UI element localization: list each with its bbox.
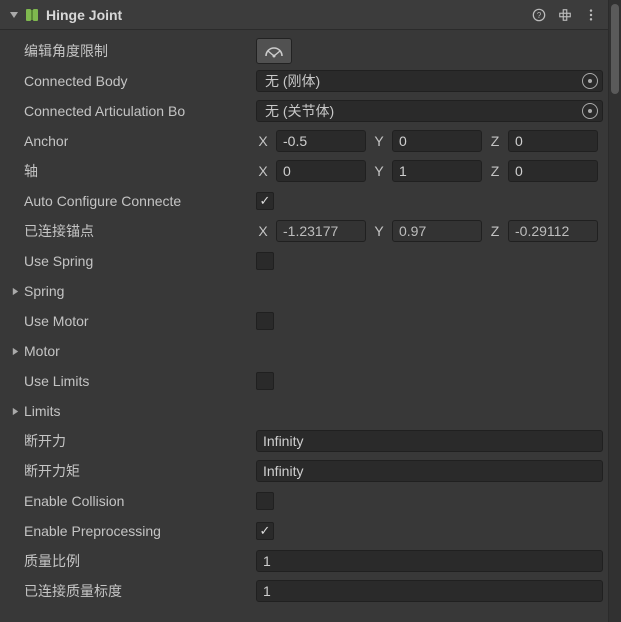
connected-anchor-z-input[interactable] (508, 220, 598, 242)
x-label: X (256, 133, 270, 149)
break-force-input[interactable] (256, 430, 603, 452)
anchor-z-input[interactable] (508, 130, 598, 152)
use-spring-label: Use Spring (24, 253, 93, 269)
connected-articulation-label: Connected Articulation Bo (24, 103, 185, 119)
connected-articulation-value: 无 (关节体) (265, 101, 334, 121)
edit-angle-label: 编辑角度限制 (24, 41, 108, 61)
auto-configure-checkbox[interactable]: ✓ (256, 192, 274, 210)
enable-preprocessing-checkbox[interactable]: ✓ (256, 522, 274, 540)
connected-anchor-label: 已连接锚点 (24, 221, 94, 241)
z-label: Z (488, 163, 502, 179)
break-force-label: 断开力 (24, 431, 66, 451)
axis-x-input[interactable] (276, 160, 366, 182)
y-label: Y (372, 223, 386, 239)
use-motor-checkbox[interactable] (256, 312, 274, 330)
use-limits-checkbox[interactable] (256, 372, 274, 390)
component-title: Hinge Joint (46, 7, 122, 23)
mass-scale-input[interactable] (256, 550, 603, 572)
x-label: X (256, 163, 270, 179)
enable-collision-label: Enable Collision (24, 493, 124, 509)
y-label: Y (372, 163, 386, 179)
axis-label-field: 轴 (24, 161, 38, 181)
help-icon[interactable]: ? (529, 5, 549, 25)
foldout-icon[interactable] (8, 9, 20, 21)
hinge-joint-icon (24, 7, 40, 23)
edit-angle-button[interactable] (256, 38, 292, 64)
motor-foldout-icon[interactable] (6, 347, 24, 356)
connected-mass-scale-label: 已连接质量标度 (24, 581, 122, 601)
limits-foldout-icon[interactable] (6, 407, 24, 416)
object-picker-icon[interactable] (582, 103, 598, 119)
connected-body-value: 无 (刚体) (265, 71, 320, 91)
limits-header[interactable]: Limits (24, 403, 61, 419)
enable-collision-checkbox[interactable] (256, 492, 274, 510)
auto-configure-label: Auto Configure Connecte (24, 193, 181, 209)
connected-mass-scale-input[interactable] (256, 580, 603, 602)
x-label: X (256, 223, 270, 239)
spring-header[interactable]: Spring (24, 283, 64, 299)
vertical-scrollbar[interactable] (609, 0, 621, 622)
connected-anchor-x-input[interactable] (276, 220, 366, 242)
motor-header[interactable]: Motor (24, 343, 60, 359)
scrollbar-thumb[interactable] (611, 4, 619, 94)
connected-body-label: Connected Body (24, 73, 128, 89)
axis-y-input[interactable] (392, 160, 482, 182)
preset-icon[interactable] (555, 5, 575, 25)
menu-icon[interactable] (581, 5, 601, 25)
axis-z-input[interactable] (508, 160, 598, 182)
y-label: Y (372, 133, 386, 149)
break-torque-input[interactable] (256, 460, 603, 482)
anchor-y-input[interactable] (392, 130, 482, 152)
object-picker-icon[interactable] (582, 73, 598, 89)
connected-articulation-field[interactable]: 无 (关节体) (256, 100, 603, 122)
break-torque-label: 断开力矩 (24, 461, 80, 481)
component-header[interactable]: Hinge Joint ? (0, 0, 609, 30)
svg-text:?: ? (537, 11, 542, 20)
enable-preprocessing-label: Enable Preprocessing (24, 523, 161, 539)
connected-anchor-y-input[interactable] (392, 220, 482, 242)
z-label: Z (488, 133, 502, 149)
use-motor-label: Use Motor (24, 313, 89, 329)
use-limits-label: Use Limits (24, 373, 89, 389)
spring-foldout-icon[interactable] (6, 287, 24, 296)
z-label: Z (488, 223, 502, 239)
use-spring-checkbox[interactable] (256, 252, 274, 270)
anchor-x-input[interactable] (276, 130, 366, 152)
mass-scale-label: 质量比例 (24, 551, 80, 571)
connected-body-field[interactable]: 无 (刚体) (256, 70, 603, 92)
anchor-label: Anchor (24, 133, 68, 149)
